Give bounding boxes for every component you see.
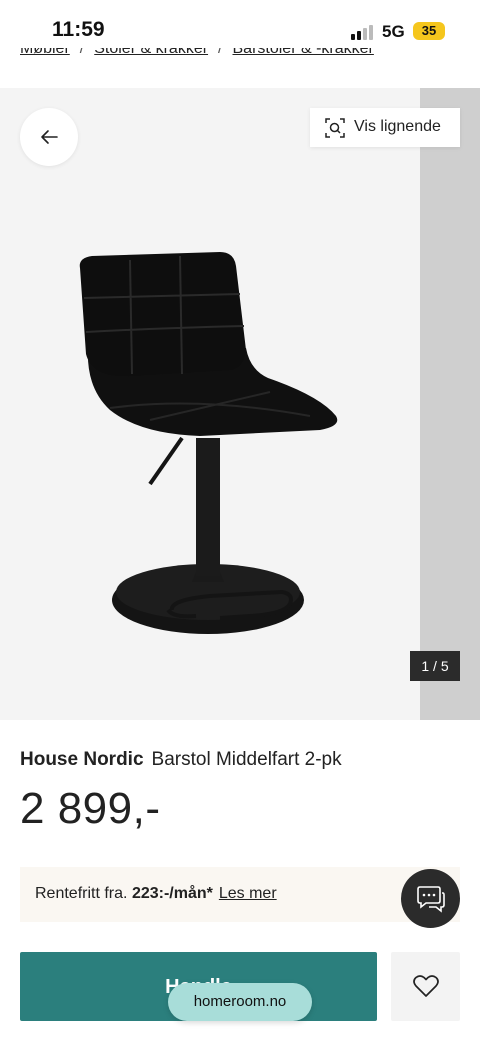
financing-amount: 223:-/mån* (131, 885, 213, 902)
next-image-peek[interactable] (420, 88, 480, 720)
visual-search-icon (325, 118, 345, 138)
browser-url-pill[interactable]: homeroom.no (168, 983, 312, 1021)
similar-items-button[interactable]: Vis lignende (310, 108, 460, 147)
back-button[interactable] (20, 108, 78, 166)
financing-read-more-link[interactable]: Les mer (219, 885, 277, 902)
financing-banner: Rentefritt fra. 223:-/mån* Les mer (20, 867, 460, 922)
product-image (79, 252, 338, 634)
similar-items-label: Vis lignende (354, 118, 441, 135)
breadcrumb-item-stoler[interactable]: Stoler & krakker (94, 48, 208, 57)
image-counter: 1 / 5 (410, 651, 460, 681)
breadcrumb-item-mobler[interactable]: Møbler (20, 48, 70, 57)
wishlist-button[interactable] (391, 952, 460, 1021)
heart-icon (413, 975, 439, 997)
network-type: 5G (382, 22, 405, 41)
arrow-left-icon (41, 130, 58, 144)
financing-prefix: Rentefritt fra. (35, 885, 128, 902)
breadcrumb-item-barstoler[interactable]: Barstoler & -krakker (233, 48, 374, 57)
chat-button[interactable] (401, 869, 460, 928)
battery-level: 35 (421, 23, 437, 38)
status-bar: 11:59 5G 35 (0, 0, 480, 48)
breadcrumb-separator: / (79, 48, 85, 57)
battery-icon: 35 (413, 22, 445, 40)
browser-url: homeroom.no (193, 993, 287, 1010)
product-gallery[interactable]: Vis lignende 1 / 5 (0, 88, 480, 720)
financing-text: Rentefritt fra. 223:-/mån* Les mer (35, 885, 277, 903)
product-name: Barstol Middelfart 2-pk (151, 749, 342, 770)
product-title: House Nordic Barstol Middelfart 2-pk (20, 749, 342, 771)
signal-icon (351, 24, 375, 40)
breadcrumb-separator: / (218, 48, 223, 57)
breadcrumb: Møbler / Stoler & krakker / Barstoler & -kra… (20, 48, 480, 68)
status-time: 11:59 (52, 18, 105, 41)
chat-icon (417, 886, 445, 913)
product-brand[interactable]: House Nordic (20, 749, 144, 770)
product-price: 2 899,- (20, 784, 161, 833)
